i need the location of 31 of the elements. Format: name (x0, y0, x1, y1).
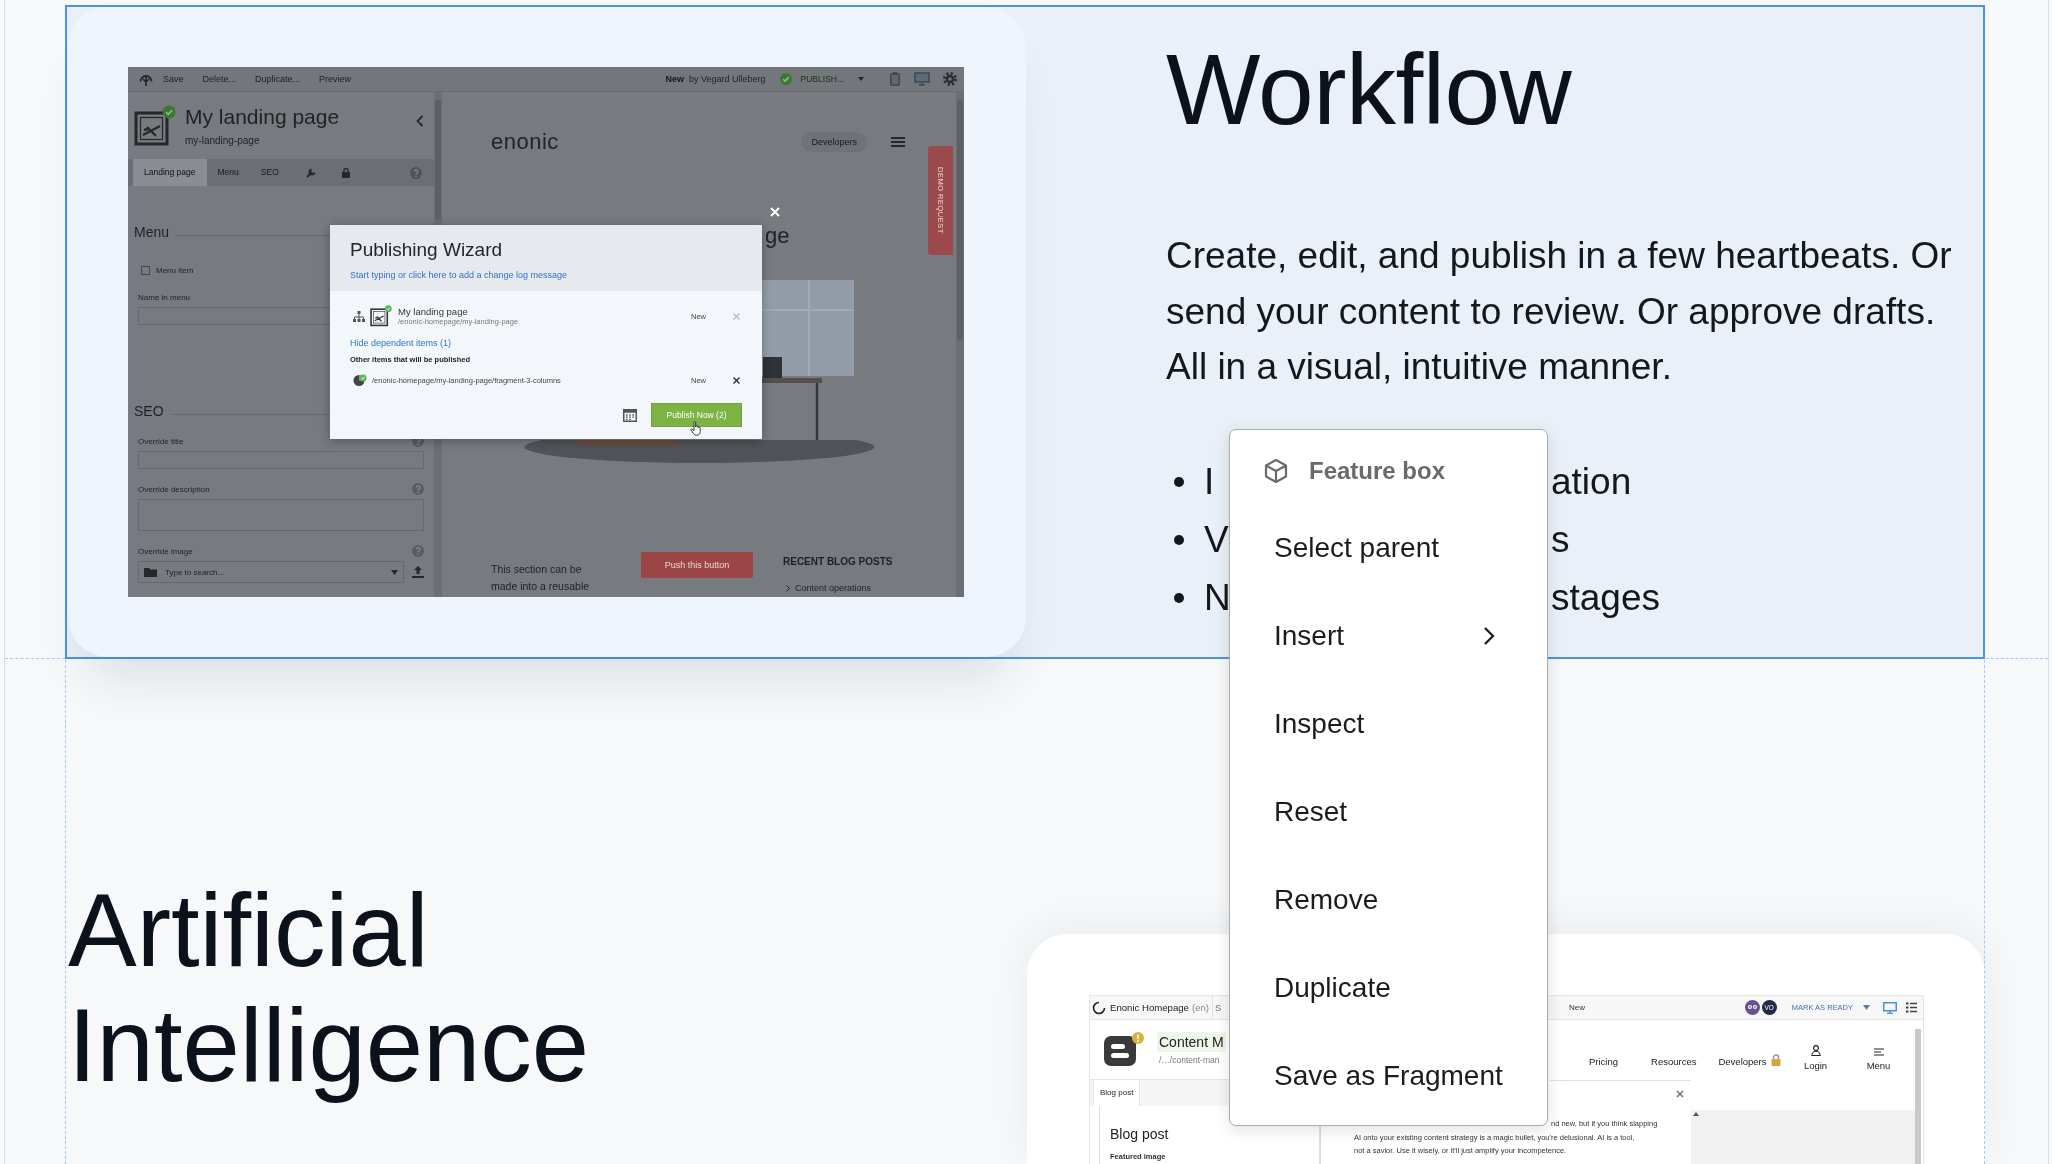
content-title: My landing page (185, 105, 340, 129)
form-heading: Blog post (1110, 1125, 1169, 1143)
dialog-title: Publishing Wizard (350, 240, 503, 260)
modified-by-text: by Vegard Ulleberg (688, 74, 766, 84)
list-item-text: I (1204, 459, 1215, 504)
field-label: Name in menu (138, 292, 191, 302)
list-item-text: stages (1551, 575, 1660, 620)
hero-heading: ge (765, 224, 790, 248)
description-text: Create, edit, and publish in a few heartbeats. Or send your content to review. Or approve drafts. All in a visual, intuitive manner. (1166, 234, 1953, 390)
list-item-text: ation (1551, 459, 1632, 504)
list-item-text: s (1551, 517, 1570, 562)
field-label: Override description (138, 484, 210, 494)
language-code: (en) (1191, 1002, 1209, 1013)
section-heading: SEO (134, 402, 164, 421)
status-text: New (665, 74, 684, 84)
list-item-text: N (1204, 575, 1231, 620)
field-label: Override image (138, 546, 193, 556)
section-heading: Menu (134, 223, 170, 242)
checkbox-label: Menu item (156, 265, 194, 275)
content-path: my-landing-page (185, 135, 261, 147)
sidebar-heading: RECENT BLOG POSTS (783, 556, 893, 568)
section-heading: Artificial Intelligence (68, 873, 591, 1103)
brand-logo: enonic (491, 129, 559, 155)
section-text: This section can be made into a reusable (491, 562, 591, 594)
list-item-text: V (1204, 517, 1229, 562)
item-name: My landing page (398, 306, 469, 317)
status-text: New (1569, 1003, 1585, 1012)
menu-title: Feature box (1309, 457, 1446, 485)
field-label: Override title (138, 436, 184, 446)
section-heading: Workflow (1166, 39, 1572, 139)
content-path: /…/content-man (1158, 1054, 1220, 1066)
